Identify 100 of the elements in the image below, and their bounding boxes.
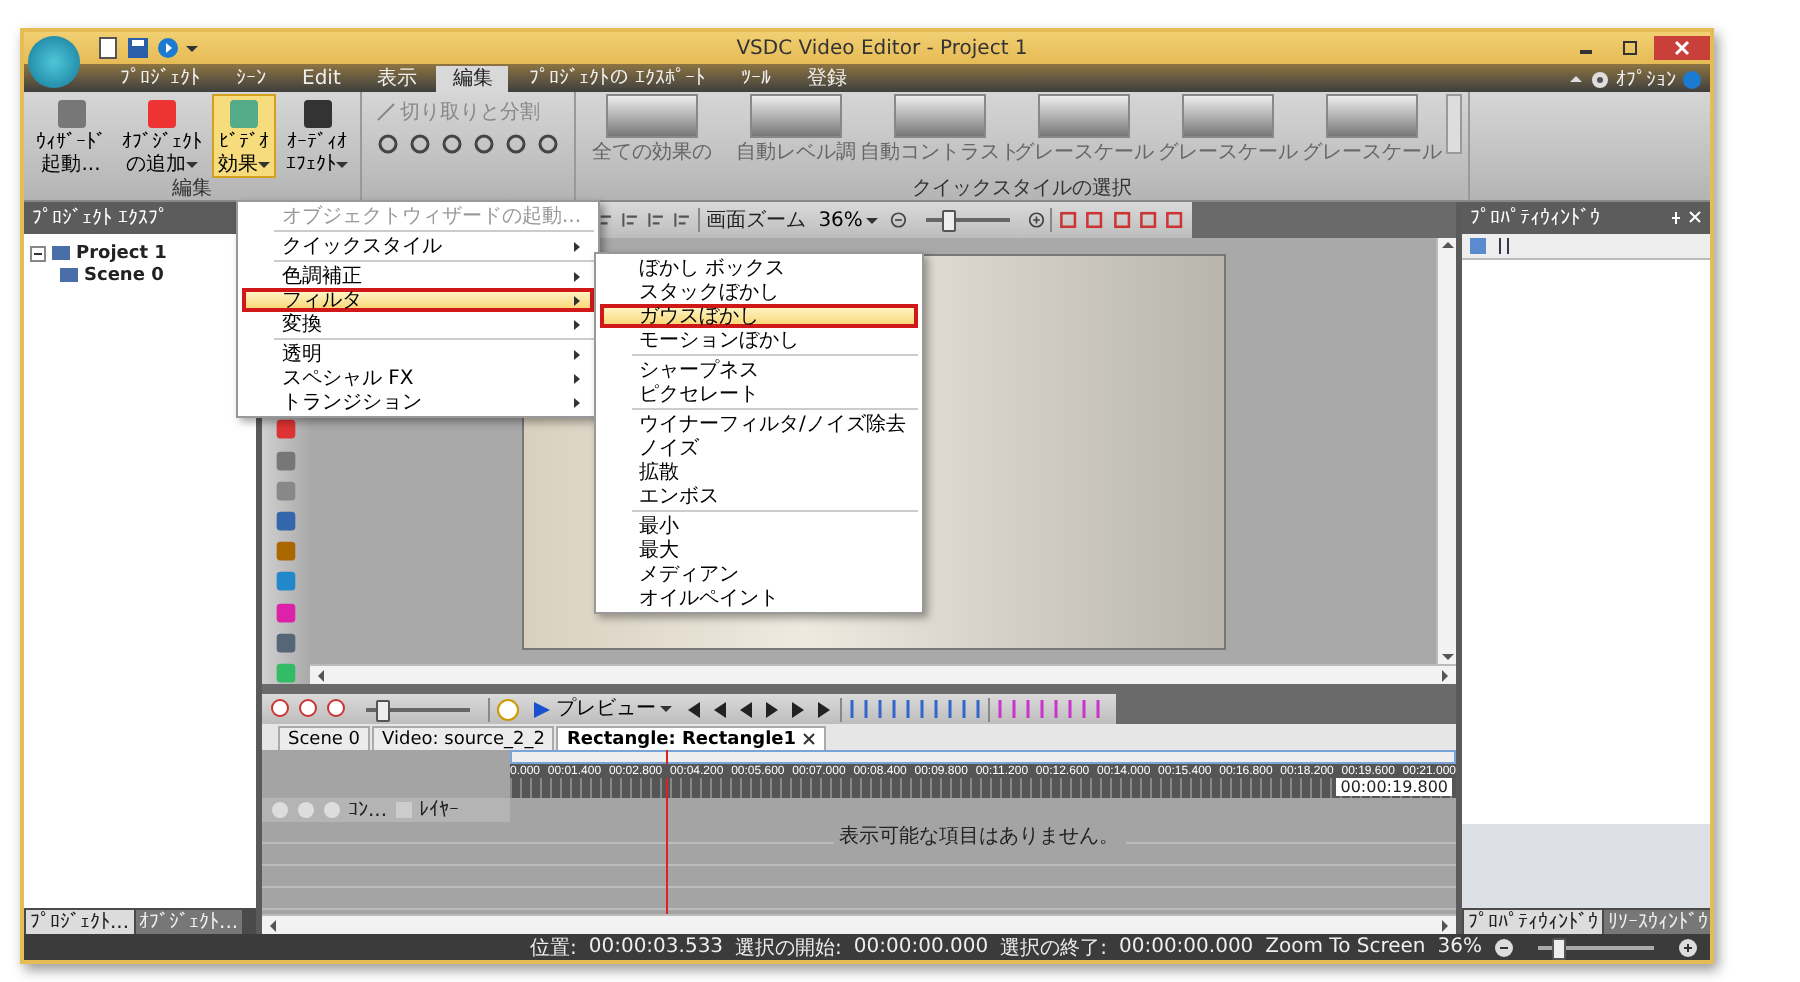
ribbon-tab[interactable]: ｼｰﾝ — [220, 66, 282, 92]
vertical-scrollbar[interactable] — [1436, 238, 1456, 664]
menu-item[interactable]: ノイズ — [599, 436, 918, 460]
panel-tab[interactable]: ｵﾌﾞｼﾞｪｸﾄ... — [135, 910, 243, 934]
menu-item[interactable]: 透明 — [242, 342, 594, 366]
menu-item[interactable]: スペシャル FX — [242, 366, 594, 390]
menu-item[interactable]: 拡散 — [599, 460, 918, 484]
marker-icon[interactable] — [848, 698, 870, 720]
timeline-tab[interactable]: Rectangle: Rectangle1 — [556, 726, 827, 750]
collapse-ribbon-icon[interactable] — [1568, 72, 1584, 86]
rewind-icon[interactable] — [710, 699, 730, 719]
menu-item[interactable]: 色調補正 — [242, 264, 594, 288]
panel-tab[interactable]: ﾘｿｰｽｳｨﾝﾄﾞｳ — [1604, 910, 1710, 934]
panel-tab[interactable]: ﾌﾟﾛﾊﾟﾃｨｳｨﾝﾄﾞｳ — [1464, 910, 1602, 934]
tool-square-icon[interactable] — [274, 449, 298, 472]
scroll-up-icon[interactable] — [1439, 238, 1455, 252]
menu-item[interactable]: ガウスぼかし — [599, 304, 918, 328]
menu-item[interactable]: メディアン — [599, 562, 918, 586]
menu-item[interactable]: フィルタ — [242, 288, 594, 312]
ribbon-tab[interactable]: ﾌﾟﾛｼﾞｪｸﾄ — [104, 66, 216, 92]
marker-icon[interactable] — [960, 698, 982, 720]
align-icon[interactable] — [672, 208, 693, 232]
play-icon[interactable] — [156, 36, 180, 60]
marker-icon[interactable] — [876, 698, 898, 720]
tool-square-icon[interactable] — [274, 661, 298, 685]
style-thumbnail[interactable] — [606, 94, 698, 138]
ribbon-tab[interactable]: ﾌﾟﾛｼﾞｪｸﾄの ｴｸｽﾎﾟｰﾄ — [512, 66, 722, 92]
menu-item[interactable]: 最小 — [599, 514, 918, 538]
tool-square-icon[interactable] — [274, 540, 298, 563]
ribbon-button[interactable]: ｳｨｻﾞｰﾄﾞ 起動... — [30, 94, 112, 178]
marker-icon[interactable] — [1024, 698, 1046, 720]
panel-tab[interactable]: ﾌﾟﾛｼﾞｪｸﾄ... — [26, 910, 134, 934]
align-icon[interactable] — [619, 208, 641, 232]
customize-caret-icon — [186, 43, 198, 53]
scroll-right-icon[interactable] — [1438, 917, 1452, 933]
ribbon-button[interactable]: ｵｰﾃﾞｨｵ ｴﾌｪｸﾄ — [280, 94, 354, 178]
menu-item[interactable]: オイルペイント — [599, 586, 918, 610]
status-value: 00:00:00.000 — [1118, 936, 1254, 958]
timeline-tab[interactable]: Video: source_2_2 — [372, 726, 555, 750]
preview-button[interactable]: プレビュー — [526, 696, 678, 722]
timeline-scrollbar[interactable] — [262, 914, 1456, 934]
fast-forward-icon[interactable] — [788, 699, 808, 719]
skip-back-icon[interactable] — [684, 699, 704, 719]
menu-item[interactable]: スタックぼかし — [599, 280, 918, 304]
menu-item[interactable]: シャープネス — [599, 358, 918, 382]
menu-item[interactable]: 変換 — [242, 312, 594, 336]
close-tab-icon — [802, 732, 817, 746]
timeline-tab[interactable]: Scene 0 — [278, 726, 371, 750]
step-forward-icon[interactable] — [762, 699, 782, 719]
style-thumbnail[interactable] — [750, 94, 842, 138]
menu-item[interactable]: 最大 — [599, 538, 918, 562]
ribbon-tab[interactable]: ﾂｰﾙ — [725, 66, 788, 92]
marker-icon[interactable] — [1080, 698, 1102, 720]
pin-icon[interactable] — [1670, 210, 1682, 226]
horizontal-scrollbar[interactable] — [310, 664, 1456, 684]
new-file-icon[interactable] — [96, 36, 120, 60]
ribbon-tab[interactable]: Edit — [286, 66, 357, 92]
collapse-icon[interactable] — [30, 245, 46, 261]
style-thumbnail[interactable] — [1326, 94, 1418, 138]
status-label: 選択の開始: — [735, 935, 842, 961]
close-button[interactable] — [1654, 36, 1710, 60]
menu-item[interactable]: エンボス — [599, 484, 918, 508]
app-logo[interactable] — [28, 36, 80, 88]
tool-square-icon[interactable] — [274, 631, 298, 654]
scroll-right-icon[interactable] — [1438, 667, 1452, 683]
marker-icon[interactable] — [932, 698, 954, 720]
ribbon-button[interactable]: ﾋﾞﾃﾞｵ 効果 — [212, 94, 276, 178]
marker-icon[interactable] — [904, 698, 926, 720]
tool-square-icon[interactable] — [274, 509, 298, 533]
status-label: 位置: — [529, 935, 577, 961]
save-icon[interactable] — [126, 36, 150, 60]
align-icon[interactable] — [646, 208, 667, 232]
tree-item[interactable]: Scene 0 — [84, 265, 164, 285]
scroll-left-icon[interactable] — [266, 917, 280, 933]
zoom-dropdown[interactable]: 36% — [812, 207, 885, 233]
ribbon-tab[interactable]: 登録 — [791, 66, 864, 92]
marker-icon[interactable] — [1052, 698, 1074, 720]
menu-item[interactable]: ウイナーフィルタ/ノイズ除去 — [599, 412, 918, 436]
menu-item[interactable]: ピクセレート — [599, 382, 918, 406]
style-caption: グレースケール — [1158, 140, 1298, 166]
status-value: 00:00:03.533 — [588, 936, 724, 958]
tool-square-icon[interactable] — [274, 418, 298, 442]
style-thumbnail[interactable] — [1038, 94, 1130, 138]
menu-item[interactable]: クイックスタイル — [242, 234, 594, 258]
marker-icon[interactable] — [996, 698, 1018, 720]
menu-item[interactable]: モーションぼかし — [599, 328, 918, 352]
tool-square-icon[interactable] — [274, 601, 298, 624]
menu-item[interactable]: トランジション — [242, 390, 594, 414]
style-thumbnail[interactable] — [1182, 94, 1274, 138]
close-icon[interactable] — [1688, 210, 1702, 224]
scroll-left-icon[interactable] — [314, 667, 328, 683]
menu-item[interactable]: ぼかし ボックス — [599, 256, 918, 280]
tree-item[interactable]: Project 1 — [76, 243, 167, 263]
step-back-icon[interactable] — [736, 699, 756, 719]
style-thumbnail[interactable] — [894, 94, 986, 138]
options-link[interactable]: ｵﾌﾟｼｮﾝ — [1616, 67, 1676, 91]
ribbon-tab[interactable]: 編集 — [436, 66, 509, 92]
skip-forward-icon[interactable] — [814, 699, 834, 719]
ribbon-button[interactable]: ｵﾌﾞｼﾞｪｸﾄ の追加 — [116, 94, 208, 178]
ribbon-tab[interactable]: 表示 — [360, 66, 433, 92]
